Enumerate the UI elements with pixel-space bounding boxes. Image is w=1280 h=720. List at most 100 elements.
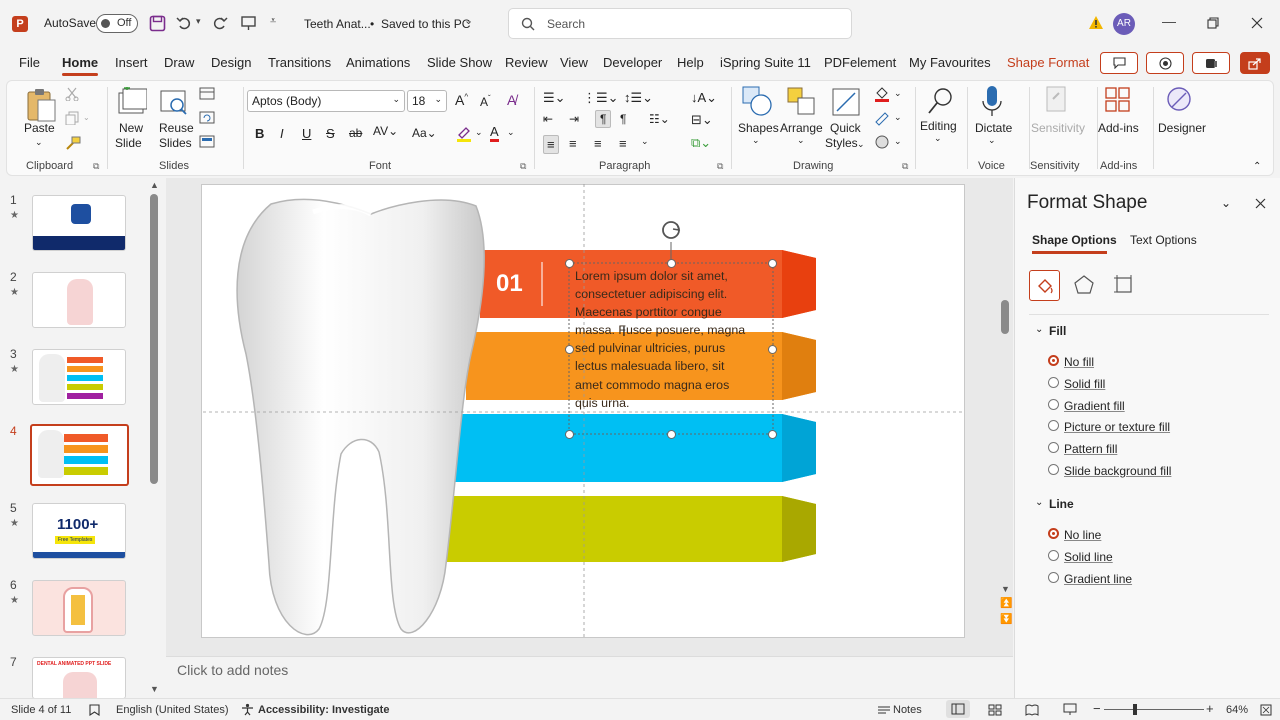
autosave-toggle[interactable]: Off: [96, 14, 138, 33]
radio-solid-fill[interactable]: [1048, 377, 1059, 388]
shapes-label[interactable]: Shapes: [738, 121, 779, 135]
tab-design[interactable]: Design: [211, 55, 251, 70]
change-case-icon[interactable]: Aa⌄: [412, 126, 437, 140]
document-title[interactable]: Teeth Anat...: [304, 17, 371, 31]
save-status[interactable]: Saved to this PC: [381, 17, 470, 31]
line-collapse-icon[interactable]: ⌄: [1035, 497, 1043, 508]
bullets-icon[interactable]: ☰⌄: [543, 90, 566, 106]
dictate-dropdown-icon[interactable]: ⌄: [988, 135, 996, 146]
shape-effects-icon[interactable]: [873, 133, 891, 151]
copy-dropdown-icon[interactable]: ⌄: [83, 113, 90, 122]
tab-text-options[interactable]: Text Options: [1130, 233, 1197, 247]
record-button[interactable]: [1146, 52, 1184, 74]
shapes-dropdown-icon[interactable]: ⌄: [752, 135, 760, 146]
align-left-icon[interactable]: ≡: [543, 135, 559, 154]
label-gradient-fill[interactable]: Gradient fill: [1064, 399, 1125, 413]
highlight-dropdown-icon[interactable]: ⌄: [475, 127, 483, 138]
minimize-icon[interactable]: —: [1162, 14, 1176, 28]
scroll-up-icon[interactable]: ▲: [150, 180, 159, 190]
shape-outline-dropdown-icon[interactable]: ⌄: [894, 112, 902, 123]
align-right-icon[interactable]: ≡: [594, 136, 602, 151]
slide-thumbnail-1[interactable]: [32, 195, 126, 251]
line-header[interactable]: Line: [1049, 497, 1074, 511]
canvas-scrollbar-thumb[interactable]: [1001, 300, 1009, 334]
shape-fill-icon[interactable]: [873, 85, 891, 103]
font-size-select[interactable]: 18 ⌄: [407, 90, 447, 112]
zoom-in-icon[interactable]: +: [1206, 701, 1214, 716]
quick-styles-label[interactable]: Quick: [830, 121, 861, 135]
font-color-icon[interactable]: A: [490, 125, 499, 142]
tab-review[interactable]: Review: [505, 55, 548, 70]
cut-icon[interactable]: [65, 87, 79, 101]
clear-formatting-icon[interactable]: A̸: [507, 92, 516, 108]
radio-slide-background-fill[interactable]: [1048, 464, 1059, 475]
arrange-label[interactable]: Arrange: [780, 121, 823, 135]
scroll-down-icon[interactable]: ▼: [1001, 584, 1010, 594]
highlight-icon[interactable]: [455, 125, 473, 143]
columns-icon[interactable]: ☷⌄: [649, 112, 670, 126]
shape-effects-dropdown-icon[interactable]: ⌄: [894, 136, 902, 147]
slide-thumbnail-4[interactable]: [30, 424, 129, 486]
previous-slide-icon[interactable]: ⏫: [1000, 598, 1012, 609]
share-button[interactable]: [1240, 52, 1270, 74]
format-painter-icon[interactable]: [65, 135, 81, 151]
label-pattern-fill[interactable]: Pattern fill: [1064, 442, 1117, 456]
paste-dropdown-icon[interactable]: ⌄: [35, 137, 43, 148]
label-gradient-line[interactable]: Gradient line: [1064, 572, 1132, 586]
next-slide-icon[interactable]: ⏬: [1000, 614, 1012, 625]
slide-thumbnail-7[interactable]: DENTAL ANIMATED PPT SLIDE: [32, 657, 126, 699]
label-slide-background-fill[interactable]: Slide background fill: [1064, 464, 1171, 478]
slide-thumbnail-5[interactable]: 1100+ Free Templates: [32, 503, 126, 559]
slide-thumbnail-2[interactable]: [32, 272, 126, 328]
fill-collapse-icon[interactable]: ⌄: [1035, 324, 1043, 335]
tab-help[interactable]: Help: [677, 55, 704, 70]
tab-pdfelement[interactable]: PDFelement: [824, 55, 896, 70]
quick-styles-label-2[interactable]: Styles: [825, 136, 858, 150]
editing-icon[interactable]: [925, 85, 955, 117]
redo-icon[interactable]: [212, 15, 228, 31]
layout-icon[interactable]: [199, 87, 215, 101]
search-input[interactable]: Search: [508, 8, 852, 39]
font-launcher-icon[interactable]: ⧉: [520, 161, 526, 172]
strikethrough-icon[interactable]: ab: [349, 126, 362, 140]
smartart-icon[interactable]: ⧉⌄: [691, 135, 711, 151]
justify-icon[interactable]: ≡: [619, 136, 627, 151]
fit-slide-icon[interactable]: [1260, 704, 1272, 716]
fill-line-tab[interactable]: [1029, 270, 1060, 301]
quick-styles-icon[interactable]: [831, 85, 863, 119]
rtl-icon[interactable]: ¶: [620, 112, 626, 126]
decrease-font-size-icon[interactable]: Aˇ: [480, 94, 491, 109]
microphone-icon[interactable]: [980, 85, 1004, 119]
paragraph-launcher-icon[interactable]: ⧉: [717, 161, 723, 172]
resize-handle[interactable]: [667, 430, 676, 439]
notes-button[interactable]: Notes: [893, 704, 922, 716]
radio-gradient-fill[interactable]: [1048, 399, 1059, 410]
customize-toolbar-icon[interactable]: ⩡: [270, 16, 276, 27]
increase-font-size-icon[interactable]: A^: [455, 92, 468, 108]
warning-icon[interactable]: [1088, 15, 1104, 31]
band-3[interactable]: [451, 414, 816, 482]
arrange-dropdown-icon[interactable]: ⌄: [797, 135, 805, 146]
tab-transitions[interactable]: Transitions: [268, 55, 331, 70]
designer-icon[interactable]: [1164, 85, 1194, 117]
pane-options-icon[interactable]: ⌄: [1221, 196, 1231, 210]
tab-slide-show[interactable]: Slide Show: [427, 55, 492, 70]
save-icon[interactable]: [149, 15, 166, 32]
add-ins-label[interactable]: Add-ins: [1098, 121, 1139, 135]
numbering-icon[interactable]: ⋮☰⌄: [583, 90, 619, 106]
editing-dropdown-icon[interactable]: ⌄: [934, 133, 942, 144]
zoom-level[interactable]: 64%: [1226, 704, 1248, 716]
reuse-slides-icon[interactable]: [159, 87, 189, 117]
label-picture-fill[interactable]: Picture or texture fill: [1064, 420, 1170, 434]
close-pane-icon[interactable]: [1255, 198, 1266, 209]
underline-icon[interactable]: U: [302, 126, 311, 141]
radio-no-fill[interactable]: [1048, 355, 1059, 366]
line-spacing-icon[interactable]: ↕☰⌄: [624, 90, 653, 106]
drawing-launcher-icon[interactable]: ⧉: [902, 161, 908, 172]
chevron-down-icon[interactable]: ⌄: [464, 16, 473, 27]
text-direction-icon[interactable]: ↓A⌄: [691, 90, 717, 106]
increase-indent-icon[interactable]: ⇥: [569, 112, 579, 126]
resize-handle[interactable]: [768, 345, 777, 354]
fill-header[interactable]: Fill: [1049, 324, 1066, 338]
tab-insert[interactable]: Insert: [115, 55, 148, 70]
